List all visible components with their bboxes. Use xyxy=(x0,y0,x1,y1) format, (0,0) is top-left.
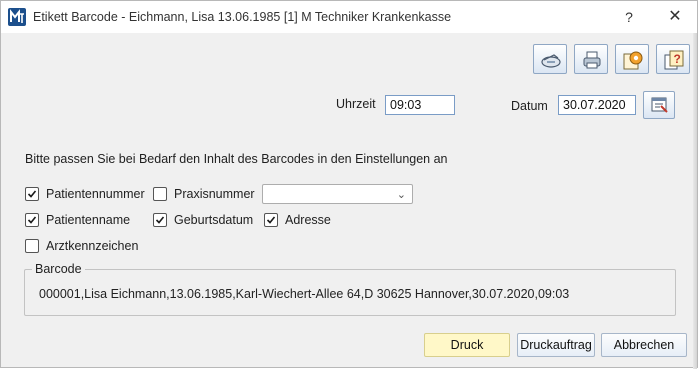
date-input[interactable] xyxy=(558,95,636,115)
scanner-icon xyxy=(541,54,561,68)
svg-text:?: ? xyxy=(674,52,681,66)
arztkennzeichen-label: Arztkennzeichen xyxy=(46,239,139,253)
checkbox-unchecked-icon xyxy=(153,187,167,201)
date-label: Datum xyxy=(511,99,548,113)
barcode-content: 000001,Lisa Eichmann,13.06.1985,Karl-Wie… xyxy=(39,287,570,301)
app-logo-icon xyxy=(8,8,26,26)
checkbox-checked-icon xyxy=(25,187,39,201)
help-button[interactable]: ? xyxy=(607,1,651,33)
window-edge xyxy=(693,33,697,369)
druck-button[interactable]: Druck xyxy=(424,333,510,357)
print-button[interactable] xyxy=(574,44,608,74)
time-label: Uhrzeit xyxy=(336,97,376,111)
dialog-window: Etikett Barcode - Eichmann, Lisa 13.06.1… xyxy=(0,0,698,369)
checkbox-checked-icon xyxy=(25,213,39,227)
barcode-legend: Barcode xyxy=(32,262,85,276)
checkbox-unchecked-icon xyxy=(25,239,39,253)
printer-icon xyxy=(583,51,601,69)
arztkennzeichen-checkbox[interactable]: Arztkennzeichen xyxy=(25,239,138,253)
calendar-icon xyxy=(651,97,668,113)
patientennummer-label: Patientennummer xyxy=(46,187,145,201)
chevron-down-icon: ⌄ xyxy=(396,189,406,201)
adresse-label: Adresse xyxy=(285,213,331,227)
settings-gear-icon xyxy=(623,51,643,70)
calendar-button[interactable] xyxy=(643,91,675,119)
help-doc-button[interactable]: ? xyxy=(656,44,690,74)
scanner-button[interactable] xyxy=(533,44,567,74)
geburtsdatum-label: Geburtsdatum xyxy=(174,213,254,227)
window-title: Etikett Barcode - Eichmann, Lisa 13.06.1… xyxy=(33,10,452,24)
geburtsdatum-checkbox[interactable]: Geburtsdatum xyxy=(153,213,253,227)
time-input[interactable] xyxy=(385,95,455,115)
druckauftrag-button[interactable]: Druckauftrag xyxy=(517,333,595,357)
help-book-icon: ? xyxy=(664,50,684,70)
settings-button[interactable] xyxy=(615,44,649,74)
checkbox-checked-icon xyxy=(264,213,278,227)
praxisnummer-select[interactable]: ⌄ xyxy=(262,184,413,204)
patientenname-label: Patientenname xyxy=(46,213,131,227)
close-button[interactable]: ✕ xyxy=(653,1,697,33)
praxisnummer-label: Praxisnummer xyxy=(174,187,255,201)
abbrechen-button[interactable]: Abbrechen xyxy=(601,333,687,357)
hint-text: Bitte passen Sie bei Bedarf den Inhalt d… xyxy=(25,152,448,166)
checkbox-checked-icon xyxy=(153,213,167,227)
praxisnummer-checkbox[interactable]: Praxisnummer xyxy=(153,187,255,201)
adresse-checkbox[interactable]: Adresse xyxy=(264,213,331,227)
patientennummer-checkbox[interactable]: Patientennummer xyxy=(25,187,145,201)
title-bar: Etikett Barcode - Eichmann, Lisa 13.06.1… xyxy=(1,1,697,33)
patientenname-checkbox[interactable]: Patientenname xyxy=(25,213,130,227)
